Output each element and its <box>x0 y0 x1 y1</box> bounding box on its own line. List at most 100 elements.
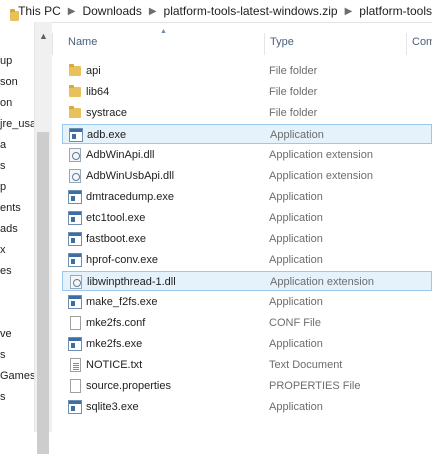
nav-item[interactable]: son <box>0 73 18 91</box>
file-row[interactable]: libwinpthread-1.dll Application extension <box>62 271 432 291</box>
dll-icon <box>69 169 81 183</box>
application-icon <box>68 232 82 246</box>
file-type: Application extension <box>269 149 373 161</box>
application-icon <box>68 190 82 204</box>
file-name: mke2fs.conf <box>86 317 146 329</box>
file-name: source.properties <box>86 380 171 392</box>
dll-icon <box>70 275 82 289</box>
file-row[interactable]: adb.exe Application <box>62 124 432 144</box>
column-header-type[interactable]: Type <box>270 30 294 54</box>
file-name: mke2fs.exe <box>86 338 143 350</box>
file-row[interactable]: dmtracedump.exe Application <box>62 187 432 207</box>
nav-item[interactable]: x <box>0 241 6 259</box>
nav-item[interactable]: Games <box>0 367 34 385</box>
file-name: hprof-conv.exe <box>86 254 158 266</box>
column-header-row: ▲ Name Type Com <box>52 28 432 55</box>
document-icon <box>70 316 81 330</box>
file-type: PROPERTIES File <box>269 380 361 392</box>
folder-icon <box>10 9 20 21</box>
file-name: etc1tool.exe <box>86 212 146 224</box>
text-document-icon <box>70 358 81 372</box>
nav-item[interactable]: p <box>0 178 6 196</box>
navigation-pane: up son on jre_usag a s p ents ads x es v… <box>0 22 34 432</box>
file-row[interactable]: source.properties PROPERTIES File <box>62 376 432 396</box>
file-type: Application extension <box>269 170 373 182</box>
nav-item[interactable]: ads <box>0 220 18 238</box>
file-row[interactable]: AdbWinUsbApi.dll Application extension <box>62 166 432 186</box>
nav-item[interactable]: jre_usag <box>0 115 34 133</box>
file-type: Application <box>269 401 323 413</box>
nav-item[interactable]: s <box>0 157 6 175</box>
file-row[interactable]: api File folder <box>62 61 432 81</box>
file-name: systrace <box>86 107 127 119</box>
file-row[interactable]: lib64 File folder <box>62 82 432 102</box>
breadcrumb-downloads[interactable]: Downloads <box>82 4 141 18</box>
scrollbar-thumb[interactable] <box>37 132 49 454</box>
breadcrumb-this-pc[interactable]: This PC <box>18 4 61 18</box>
nav-item[interactable]: es <box>0 262 12 280</box>
nav-item[interactable]: on <box>0 94 12 112</box>
nav-item[interactable]: up <box>0 52 12 70</box>
column-divider <box>52 33 53 55</box>
chevron-right-icon[interactable]: ▶ <box>149 6 157 17</box>
chevron-right-icon[interactable]: ▶ <box>68 6 76 17</box>
file-row[interactable]: mke2fs.conf CONF File <box>62 313 432 333</box>
application-icon <box>68 211 82 225</box>
folder-icon <box>69 85 81 97</box>
application-icon <box>68 253 82 267</box>
breadcrumb-zip[interactable]: platform-tools-latest-windows.zip <box>164 4 338 18</box>
dll-icon <box>69 148 81 162</box>
file-type: Application extension <box>270 276 374 288</box>
file-name: sqlite3.exe <box>86 401 139 413</box>
file-name: AdbWinUsbApi.dll <box>86 170 175 182</box>
file-row[interactable]: fastboot.exe Application <box>62 229 432 249</box>
file-row[interactable]: etc1tool.exe Application <box>62 208 432 228</box>
file-name: api <box>86 65 101 77</box>
chevron-right-icon[interactable]: ▶ <box>345 6 353 17</box>
file-row[interactable]: AdbWinApi.dll Application extension <box>62 145 432 165</box>
breadcrumb-platform-tools[interactable]: platform-tools <box>359 4 432 18</box>
file-name: libwinpthread-1.dll <box>87 276 176 288</box>
address-bar[interactable]: This PC ▶ Downloads ▶ platform-tools-lat… <box>0 0 432 23</box>
file-row[interactable]: mke2fs.exe Application <box>62 334 432 354</box>
nav-item[interactable]: ents <box>0 199 21 217</box>
file-name: AdbWinApi.dll <box>86 149 155 161</box>
file-row[interactable]: systrace File folder <box>62 103 432 123</box>
file-type: Application <box>269 191 323 203</box>
column-divider[interactable] <box>264 33 265 55</box>
file-type: File folder <box>269 65 318 77</box>
file-type: Application <box>269 296 323 308</box>
application-icon <box>68 337 82 351</box>
column-header-name[interactable]: Name <box>68 30 97 54</box>
document-icon <box>70 379 81 393</box>
file-name: make_f2fs.exe <box>86 296 158 308</box>
scroll-up-arrow-icon[interactable]: ▲ <box>39 31 48 41</box>
file-name: dmtracedump.exe <box>86 191 175 203</box>
file-type: File folder <box>269 107 318 119</box>
file-type: Application <box>269 233 323 245</box>
file-name: NOTICE.txt <box>86 359 143 371</box>
application-icon <box>69 128 83 142</box>
column-divider[interactable] <box>406 33 407 55</box>
file-type: Text Document <box>269 359 343 371</box>
file-type: CONF File <box>269 317 321 329</box>
file-name: fastboot.exe <box>86 233 146 245</box>
nav-item[interactable]: ve <box>0 325 12 343</box>
file-row[interactable]: sqlite3.exe Application <box>62 397 432 417</box>
application-icon <box>68 295 82 309</box>
navigation-scrollbar[interactable]: ▲ <box>34 22 52 454</box>
file-row[interactable]: hprof-conv.exe Application <box>62 250 432 270</box>
sort-ascending-icon: ▲ <box>160 28 167 35</box>
file-list: ▲ Name Type Com api File folder lib64 File … <box>52 22 432 432</box>
file-row[interactable]: make_f2fs.exe Application <box>62 292 432 312</box>
file-name: adb.exe <box>87 129 127 141</box>
column-header-comment[interactable]: Com <box>412 30 432 54</box>
nav-item[interactable]: s <box>0 346 6 364</box>
file-type: Application <box>270 129 324 141</box>
nav-item[interactable]: s <box>0 388 6 406</box>
nav-item[interactable]: a <box>0 136 6 154</box>
application-icon <box>68 400 82 414</box>
file-row[interactable]: NOTICE.txt Text Document <box>62 355 432 375</box>
folder-icon <box>69 106 81 118</box>
file-type: File folder <box>269 86 318 98</box>
